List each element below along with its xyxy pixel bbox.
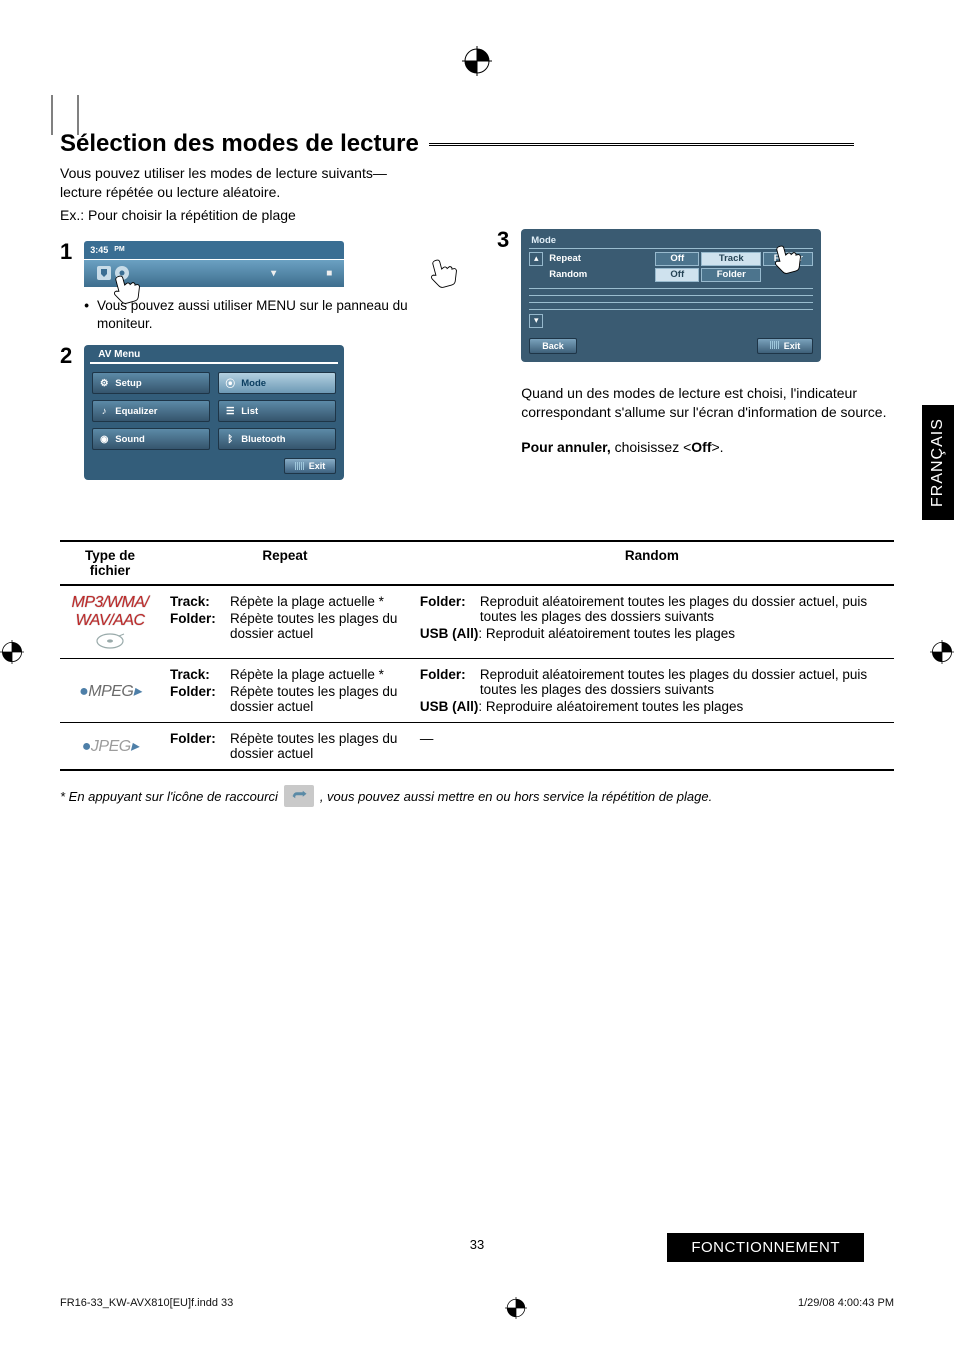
file-type-cell: ●JPEG▸	[60, 723, 160, 771]
step-2: 2 AV Menu ⚙ Setup ⦿ Mode ♪	[60, 345, 457, 480]
th-filetype: Type de fichier	[60, 541, 160, 585]
random-folder[interactable]: Folder	[701, 268, 761, 282]
step-1: 1 3:45 PM ▾ ■	[60, 241, 457, 333]
indd-filename: FR16-33_KW-AVX810[EU]f.indd 33	[60, 1297, 233, 1322]
exit-button[interactable]: Exit	[757, 338, 814, 354]
step-number: 2	[60, 345, 72, 480]
player-ampm: PM	[114, 246, 125, 253]
mode-icon: ⦿	[223, 376, 237, 390]
crop-mark-corner	[72, 95, 84, 135]
equalizer-icon: ♪	[97, 404, 111, 418]
playback-modes-table: Type de fichier Repeat Random MP3/WMA/WA…	[60, 540, 894, 771]
mode-row-random: Random Off Folder	[529, 268, 813, 282]
player-buttons: ▾ ■	[271, 268, 332, 279]
registration-mark-top	[462, 46, 492, 76]
disc-icon	[95, 632, 125, 650]
pointer-hand-icon	[423, 249, 467, 293]
sound-icon: ◉	[97, 432, 111, 446]
repeat-cell: Track:Répète la plage actuelle * Folder:…	[160, 659, 410, 723]
arrow-up-icon[interactable]: ▴	[529, 252, 543, 266]
player-screen: 3:45 PM ▾ ■	[84, 241, 344, 287]
player-time: 3:45	[90, 245, 108, 255]
registration-mark-bottom	[505, 1297, 527, 1322]
table-row: MP3/WMA/WAV/AAC Track:Répète la plage ac…	[60, 585, 894, 659]
bluetooth-icon: ᛒ	[223, 432, 237, 446]
step-number: 3	[497, 229, 509, 455]
exit-button[interactable]: Exit	[284, 458, 337, 474]
gear-icon: ⚙	[97, 376, 111, 390]
menu-equalizer[interactable]: ♪ Equalizer	[92, 400, 210, 422]
th-random: Random	[410, 541, 894, 585]
mpeg-badge: ●MPEG▸	[70, 681, 150, 701]
step-3: 3 Mode ▴ Repeat Off Track Folder Random	[497, 229, 894, 455]
av-menu-panel: AV Menu ⚙ Setup ⦿ Mode ♪ Equalizer	[84, 345, 344, 480]
table-row: ●JPEG▸ Folder:Répète toutes les plages d…	[60, 723, 894, 771]
mode-panel: Mode ▴ Repeat Off Track Folder Random Of…	[521, 229, 821, 362]
file-type-cell: ●MPEG▸	[60, 659, 160, 723]
jpeg-badge: ●JPEG▸	[70, 736, 150, 756]
menu-bluetooth[interactable]: ᛒ Bluetooth	[218, 428, 336, 450]
random-cell-empty: —	[410, 723, 894, 771]
step-number: 1	[60, 241, 72, 333]
crop-mark-corner	[46, 95, 58, 135]
section-chip: FONCTIONNEMENT	[667, 1233, 864, 1262]
stop-icon[interactable]: ■	[326, 268, 332, 279]
exit-bars-icon	[295, 462, 305, 470]
menu-setup[interactable]: ⚙ Setup	[92, 372, 210, 394]
repeat-cell: Track:Répète la plage actuelle * Folder:…	[160, 585, 410, 659]
registration-mark-left	[0, 640, 24, 667]
file-type-cell: MP3/WMA/WAV/AAC	[60, 585, 160, 659]
repeat-cell: Folder:Répète toutes les plages du dossi…	[160, 723, 410, 771]
list-icon: ☰	[223, 404, 237, 418]
cancel-instruction: Pour annuler, choisissez <Off>.	[521, 439, 894, 455]
mode-repeat-label: Repeat	[547, 253, 653, 264]
repeat-off[interactable]: Off	[655, 252, 699, 266]
mode-chosen-text: Quand un des modes de lecture est choisi…	[521, 384, 894, 423]
bullet-dot: •	[84, 297, 89, 333]
play-down-icon[interactable]: ▾	[271, 268, 276, 279]
random-off[interactable]: Off	[655, 268, 699, 282]
random-cell: Folder:Reproduit aléatoirement toutes le…	[410, 585, 894, 659]
registration-mark-right	[930, 640, 954, 667]
th-repeat: Repeat	[160, 541, 410, 585]
exit-bars-icon	[770, 341, 780, 349]
intro-example: Ex.: Pour choisir la répétition de plage	[60, 206, 410, 225]
footnote: * En appuyant sur l'icône de raccourci ,…	[60, 785, 894, 807]
table-row: ●MPEG▸ Track:Répète la plage actuelle * …	[60, 659, 894, 723]
repeat-track[interactable]: Track	[701, 252, 761, 266]
back-button[interactable]: Back	[529, 338, 577, 354]
title-rule	[429, 143, 854, 146]
arrow-down-icon[interactable]: ▾	[529, 314, 543, 328]
language-tab: FRANÇAIS	[922, 405, 954, 520]
mp3-wma-badge: MP3/WMA/WAV/AAC	[70, 594, 150, 630]
random-cell: Folder:Reproduit aléatoirement toutes le…	[410, 659, 894, 723]
save-timestamp: 1/29/08 4:00:43 PM	[798, 1297, 894, 1322]
intro-paragraph: Vous pouvez utiliser les modes de lectur…	[60, 164, 410, 202]
mode-random-label: Random	[547, 269, 653, 280]
section-title-text: Sélection des modes de lecture	[60, 130, 419, 158]
section-title: Sélection des modes de lecture	[60, 130, 894, 158]
menu-list[interactable]: ☰ List	[218, 400, 336, 422]
repeat-shortcut-icon	[284, 785, 314, 807]
av-menu-title: AV Menu	[90, 345, 338, 364]
menu-mode[interactable]: ⦿ Mode	[218, 372, 336, 394]
footer-meta: FR16-33_KW-AVX810[EU]f.indd 33 1/29/08 4…	[60, 1297, 894, 1322]
player-topbar: 3:45 PM	[84, 241, 344, 259]
menu-sound[interactable]: ◉ Sound	[92, 428, 210, 450]
